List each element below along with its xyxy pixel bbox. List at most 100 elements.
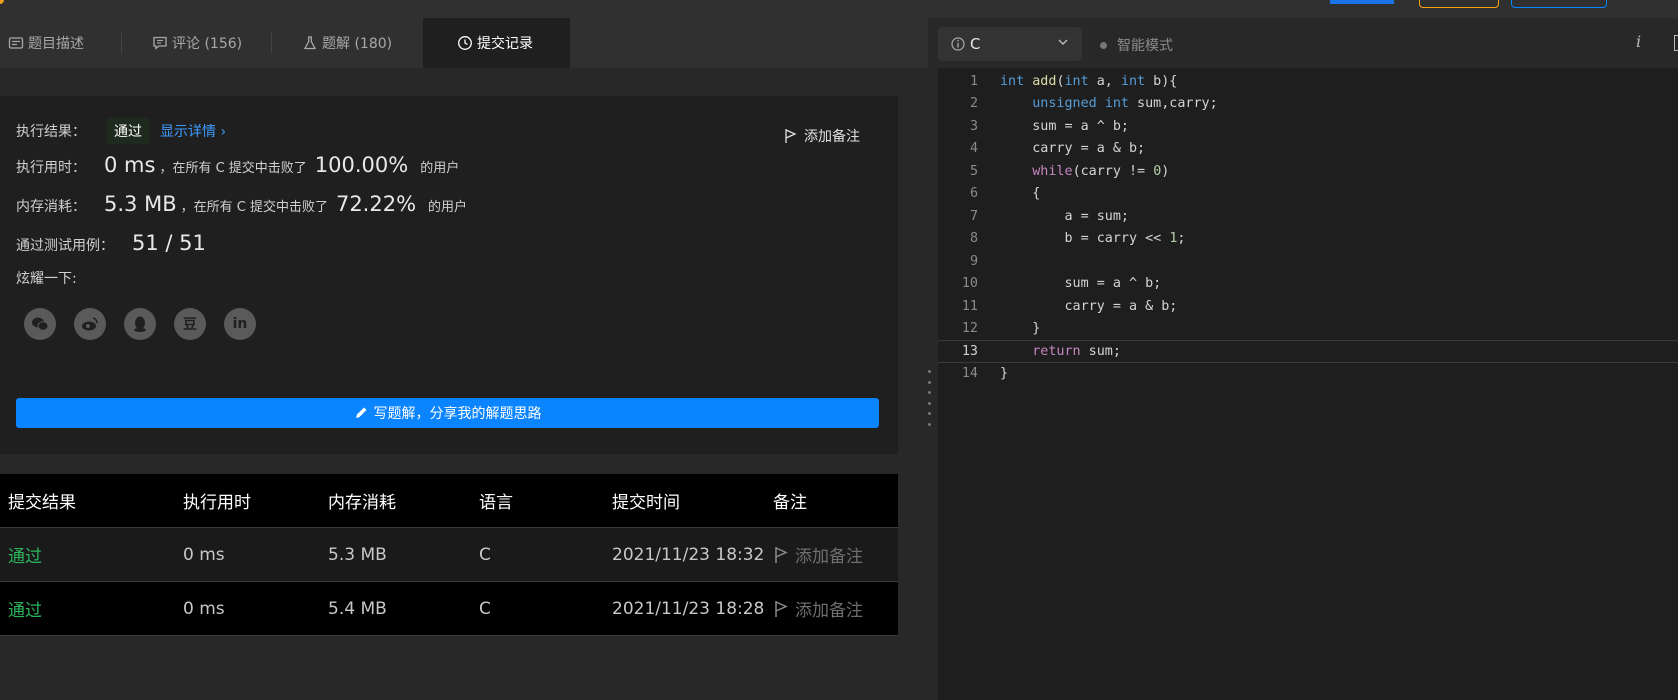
- code-line[interactable]: 1 int add(int a, int b){: [938, 70, 1678, 93]
- tab-submissions[interactable]: 提交记录: [423, 18, 570, 68]
- wechat-icon[interactable]: [24, 308, 56, 340]
- tab-comments[interactable]: 评论 (156): [122, 18, 272, 68]
- code-line[interactable]: 13 return sum;: [938, 340, 1678, 363]
- add-note-label: 添加备注: [804, 129, 860, 145]
- share-label: 炫耀一下:: [16, 271, 77, 287]
- row-language: C: [479, 544, 491, 565]
- code-text: while(carry != 0): [1032, 163, 1170, 179]
- tab-solutions[interactable]: 题解 (180): [272, 18, 423, 68]
- tab-label: 题解 (180): [322, 36, 393, 52]
- description-icon: [8, 37, 24, 49]
- code-line[interactable]: 8 b = carry << 1;: [938, 228, 1678, 251]
- smart-mode-toggle[interactable]: 智能模式: [1100, 35, 1173, 55]
- tests-value: 51 / 51: [132, 231, 206, 255]
- submissions-table: 提交结果 执行用时 内存消耗 语言 提交时间 备注 通过 0 ms 5.3 MB…: [0, 474, 898, 636]
- info-circle-icon: [951, 37, 965, 51]
- code-line[interactable]: 6 {: [938, 183, 1678, 206]
- line-number: 2: [969, 96, 978, 112]
- runtime-value: 0 ms: [104, 153, 156, 177]
- code-line[interactable]: 10 sum = a ^ b;: [938, 273, 1678, 296]
- flag-icon: [775, 600, 788, 617]
- memory-percent: 72.22%: [335, 192, 417, 216]
- language-value: C: [970, 35, 981, 53]
- code-line[interactable]: 14}: [938, 363, 1678, 386]
- header-runtime: 执行用时: [183, 493, 251, 513]
- code-area[interactable]: 1 int add(int a, int b){ 2 unsigned int su…: [938, 70, 1678, 385]
- logo-fragment: [0, 0, 4, 4]
- mode-indicator: [1100, 41, 1107, 49]
- code-line[interactable]: 11 carry = a & b;: [938, 295, 1678, 318]
- panel-resize-handle[interactable]: [928, 370, 932, 426]
- douban-icon[interactable]: 豆: [174, 308, 206, 340]
- table-header: 提交结果 执行用时 内存消耗 语言 提交时间 备注: [0, 474, 898, 528]
- row-runtime: 0 ms: [183, 598, 225, 619]
- comment-icon: [153, 36, 167, 50]
- table-row[interactable]: 通过 0 ms 5.3 MB C 2021/11/23 18:32 添加备注: [0, 528, 898, 582]
- code-line[interactable]: 3 sum = a ^ b;: [938, 115, 1678, 138]
- line-number: 4: [969, 141, 978, 157]
- row-result[interactable]: 通过: [0, 596, 183, 621]
- code-text: return sum;: [1032, 343, 1121, 359]
- tab-label: 评论 (156): [172, 36, 243, 52]
- code-line[interactable]: 12 }: [938, 318, 1678, 341]
- orange-button-fragment[interactable]: [1419, 0, 1499, 8]
- panel-icon[interactable]: [1674, 35, 1678, 51]
- row-note-label: 添加备注: [795, 601, 863, 621]
- blue-button-fragment[interactable]: [1511, 0, 1607, 8]
- status-row: 执行结果： 通过 显示详情 ›: [16, 118, 226, 144]
- code-text: }: [1000, 321, 1041, 337]
- result-card: 执行结果： 通过 显示详情 › 添加备注 执行用时： 0 ms ，在所有 C 提…: [0, 96, 898, 454]
- code-text: carry = a & b;: [1000, 141, 1146, 157]
- table-row[interactable]: 通过 0 ms 5.4 MB C 2021/11/23 18:28 添加备注: [0, 582, 898, 636]
- tab-label: 提交记录: [477, 36, 533, 52]
- code-line[interactable]: 9: [938, 250, 1678, 273]
- language-select[interactable]: C: [938, 27, 1082, 61]
- code-text: }: [1000, 366, 1009, 382]
- code-line[interactable]: 5 while(carry != 0): [938, 160, 1678, 183]
- code-text: {: [1000, 186, 1041, 202]
- line-number: 7: [969, 208, 978, 224]
- top-bar: [0, 0, 1678, 18]
- code-editor: C 智能模式 i 1 int add(int a, int b){ 2 unsign…: [938, 18, 1678, 700]
- row-memory: 5.4 MB: [328, 598, 387, 619]
- chevron-down-icon: [1058, 39, 1068, 45]
- qq-icon[interactable]: [124, 308, 156, 340]
- line-number: 13: [961, 343, 978, 359]
- memory-value: 5.3 MB: [104, 192, 177, 216]
- code-text: a = sum;: [1000, 208, 1129, 224]
- runtime-row: 执行用时： 0 ms ，在所有 C 提交中击败了 100.00% 的用户: [16, 153, 459, 177]
- write-solution-label: 写题解，分享我的解题思路: [373, 406, 542, 422]
- write-solution-button[interactable]: 写题解，分享我的解题思路: [16, 398, 879, 428]
- row-time: 2021/11/23 18:32: [612, 544, 765, 565]
- code-line[interactable]: 7 a = sum;: [938, 205, 1678, 228]
- line-number: 8: [969, 231, 978, 247]
- code-line[interactable]: 4 carry = a & b;: [938, 138, 1678, 161]
- header-time: 提交时间: [612, 493, 680, 513]
- row-memory: 5.3 MB: [328, 544, 387, 565]
- show-details-link[interactable]: 显示详情 ›: [160, 121, 226, 141]
- smart-mode-label: 智能模式: [1117, 38, 1173, 54]
- line-number: 10: [961, 276, 978, 292]
- linkedin-icon[interactable]: in: [224, 308, 256, 340]
- row-language: C: [479, 598, 491, 619]
- line-number: 9: [969, 253, 978, 269]
- code-text: carry = a & b;: [1000, 298, 1178, 314]
- tab-description[interactable]: 题目描述: [0, 18, 122, 68]
- row-note-label: 添加备注: [795, 547, 863, 567]
- row-runtime: 0 ms: [183, 544, 225, 565]
- runtime-label: 执行用时：: [16, 160, 86, 176]
- code-line[interactable]: 2 unsigned int sum,carry;: [938, 93, 1678, 116]
- weibo-icon[interactable]: [74, 308, 106, 340]
- row-result[interactable]: 通过: [0, 542, 183, 567]
- row-add-note[interactable]: 添加备注: [773, 542, 898, 567]
- code-text: unsigned int sum,carry;: [1032, 96, 1218, 112]
- code-text: int add(int a, int b){: [1000, 73, 1178, 89]
- line-number: 6: [969, 186, 978, 202]
- flag-icon: [785, 129, 797, 143]
- line-number: 11: [961, 298, 978, 314]
- info-icon[interactable]: i: [1636, 32, 1641, 51]
- code-text: sum = a ^ b;: [1000, 118, 1129, 134]
- add-note-button[interactable]: 添加备注: [784, 126, 860, 146]
- row-add-note[interactable]: 添加备注: [773, 596, 898, 621]
- line-number: 1: [969, 73, 978, 89]
